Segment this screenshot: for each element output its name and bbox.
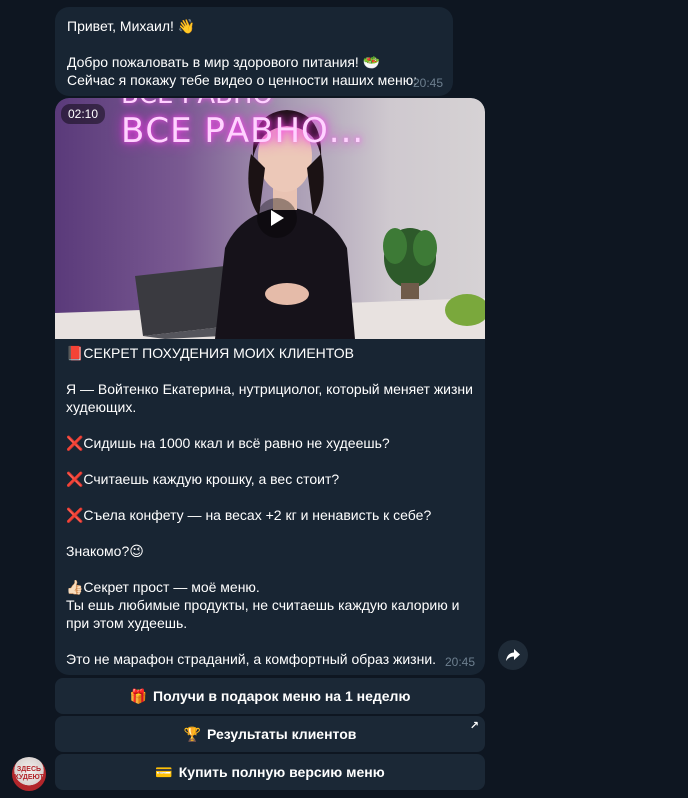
message-caption: 📕СЕКРЕТ ПОХУДЕНИЯ МОИХ КЛИЕНТОВ Я — Войт… (66, 344, 476, 668)
trophy-icon: 🏆 (183, 725, 202, 742)
caption-line: 👍🏻Секрет прост — моё меню. (66, 579, 260, 595)
message-bubble-video: ВСЁ РАВНО ВСЕ РАВНО... 02:10 📕СЕКРЕТ ПОХ… (55, 98, 485, 675)
caption-line: Ты ешь любимые продукты, не считаешь каж… (66, 597, 460, 631)
caption-line: ❌Считаешь каждую крошку, а вес стоит? (66, 471, 340, 487)
caption-line: ❌Сидишь на 1000 ккал и всё равно не худе… (66, 435, 390, 451)
message-line: Сейчас я покажу тебе видео о ценности на… (67, 72, 418, 88)
avatar-text-top: ЗДЕСЬ (16, 766, 42, 773)
caption-line: Это не марафон страданий, а комфортный о… (66, 651, 437, 667)
neon-sign-top: ВСЁ РАВНО (121, 98, 273, 110)
message-line: Привет, Михаил! 👋 (67, 18, 196, 34)
button-label: Получи в подарок меню на 1 неделю (153, 688, 411, 704)
gift-menu-button[interactable]: 🎁 Получи в подарок меню на 1 неделю (55, 678, 485, 714)
share-icon (506, 649, 520, 661)
button-label: Купить полную версию меню (178, 764, 385, 780)
gift-icon: 🎁 (129, 687, 148, 704)
message-line-spacer (67, 35, 441, 53)
caption-line: Я — Войтенко Екатерина, нутрициолог, кот… (66, 381, 473, 415)
caption-line: 📕СЕКРЕТ ПОХУДЕНИЯ МОИХ КЛИЕНТОВ (66, 345, 354, 361)
avatar[interactable]: ЗДЕСЬ ХУДЕЮТ (12, 757, 46, 791)
button-label: Результаты клиентов (207, 726, 357, 742)
video-duration: 02:10 (61, 104, 106, 124)
buy-full-menu-button[interactable]: 💳 Купить полную версию меню (55, 754, 485, 790)
message-time: 20:45 (444, 655, 475, 669)
client-results-button[interactable]: 🏆 Результаты клиентов ↗ (55, 716, 485, 752)
video-thumbnail[interactable]: ВСЁ РАВНО ВСЕ РАВНО... 02:10 (55, 98, 485, 339)
caption-line: ❌Съела конфету — на весах +2 кг и ненави… (66, 507, 432, 523)
play-icon[interactable] (257, 198, 297, 238)
external-link-icon: ↗ (469, 720, 479, 732)
credit-card-icon: 💳 (155, 763, 173, 780)
message-time: 20:45 (412, 76, 443, 90)
message-bubble-greeting: Привет, Михаил! 👋 Добро пожаловать в мир… (55, 7, 453, 96)
message-line: Добро пожаловать в мир здорового питания… (67, 54, 381, 70)
caption-line: Знакомо?😉 (66, 543, 144, 559)
share-button[interactable] (498, 640, 528, 670)
neon-sign: ВСЕ РАВНО... (121, 111, 365, 151)
avatar-text-bottom: ХУДЕЮТ (14, 774, 44, 781)
